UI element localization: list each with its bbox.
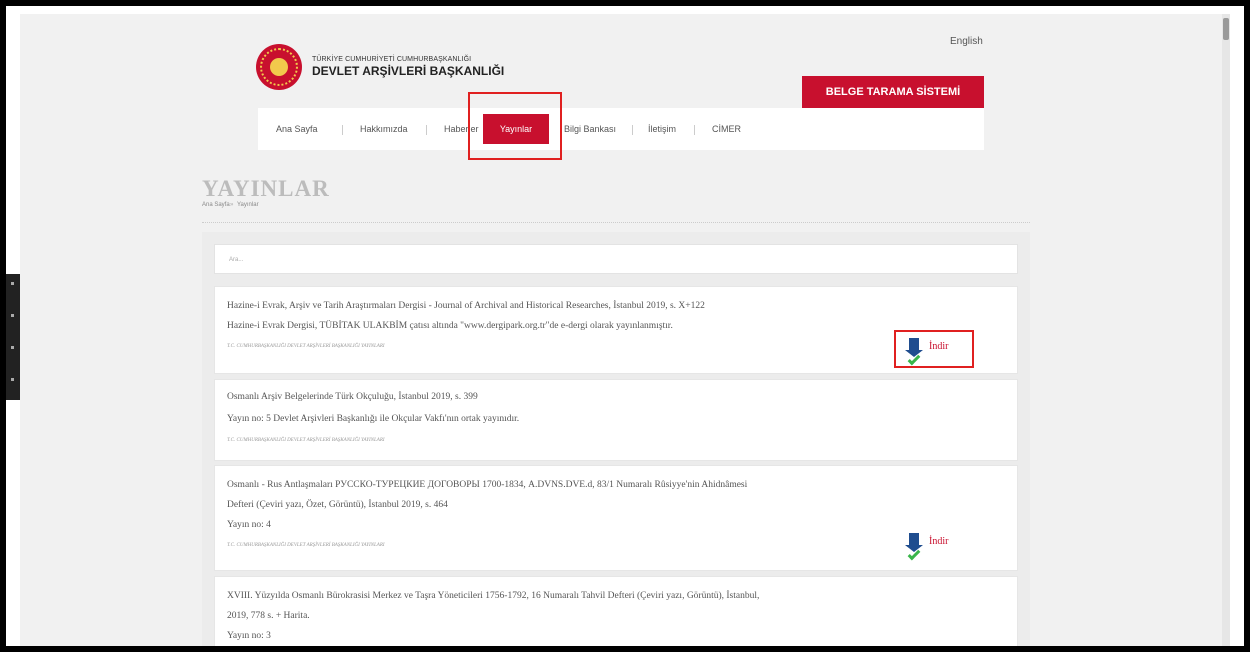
main-navigation: Ana Sayfa Hakkımızda Haberler Yayınlar B… (258, 108, 984, 150)
publication-title: XVIII. Yüzyılda Osmanlı Bürokrasisi Merk… (227, 591, 760, 601)
breadcrumb-current: Yayınlar (237, 202, 259, 208)
publication-title: Osmanlı - Rus Antlaşmaları РУССКО-ТУРЕЦК… (227, 480, 748, 490)
nav-separator (426, 125, 427, 135)
logo-subtitle: TÜRKİYE CUMHURİYETİ CUMHURBAŞKANLIĞI (312, 56, 472, 63)
language-link-english[interactable]: English (950, 36, 983, 47)
side-toolbar-dot (11, 378, 14, 381)
publication-title-continued: 2019, 778 s. + Harita. (227, 611, 310, 621)
title-divider (202, 222, 1030, 223)
publication-card: Osmanlı Arşiv Belgelerinde Türk Okçuluğu… (214, 379, 1018, 461)
nav-item-cimer[interactable]: CİMER (712, 108, 741, 150)
nav-item-bilgi-bankasi[interactable]: Bilgi Bankası (564, 108, 616, 150)
download-label: İndir (929, 536, 949, 547)
publication-card: XVIII. Yüzyılda Osmanlı Bürokrasisi Merk… (214, 576, 1018, 646)
nav-item-ana-sayfa[interactable]: Ana Sayfa (276, 108, 318, 150)
download-icon (905, 530, 923, 561)
nav-separator (342, 125, 343, 135)
publication-note: Hazine-i Evrak Dergisi, TÜBİTAK ULAKBİM … (227, 321, 673, 331)
breadcrumb-separator: » (230, 202, 234, 208)
publication-note: Yayın no: 3 (227, 631, 271, 641)
scrollbar-thumb[interactable] (1223, 18, 1229, 40)
side-toolbar-dot (11, 282, 14, 285)
highlight-box-indir (894, 330, 974, 368)
browser-page: English TÜRKİYE CUMHURİYETİ CUMHURBAŞKAN… (20, 14, 1230, 646)
page-title: YAYINLAR (202, 176, 330, 201)
emblem-sun (270, 58, 288, 76)
presidential-emblem-logo[interactable] (256, 44, 302, 90)
download-button[interactable]: İndir (905, 530, 965, 561)
publication-note: Yayın no: 5 Devlet Arşivleri Başkanlığı … (227, 414, 520, 424)
publication-title: Osmanlı Arşiv Belgelerinde Türk Okçuluğu… (227, 392, 478, 402)
vertical-scrollbar[interactable] (1222, 14, 1230, 646)
publication-publisher: T.C. CUMHURBAŞKANLIĞI DEVLET ARŞİVLERİ B… (227, 438, 385, 443)
nav-separator (632, 125, 633, 135)
nav-item-hakkimizda[interactable]: Hakkımızda (360, 108, 408, 150)
nav-item-iletisim[interactable]: İletişim (648, 108, 676, 150)
search-input[interactable]: Ara... (214, 244, 1018, 274)
side-toolbar[interactable] (6, 274, 20, 400)
publication-publisher: T.C. CUMHURBAŞKANLIĞI DEVLET ARŞİVLERİ B… (227, 344, 385, 349)
side-toolbar-dot (11, 314, 14, 317)
publication-note: Yayın no: 4 (227, 520, 271, 530)
belge-tarama-button[interactable]: BELGE TARAMA SİSTEMİ (802, 76, 984, 108)
publication-title: Hazine-i Evrak, Arşiv ve Tarih Araştırma… (227, 301, 705, 311)
side-toolbar-dot (11, 346, 14, 349)
breadcrumb-home[interactable]: Ana Sayfa (202, 202, 230, 208)
logo-title[interactable]: DEVLET ARŞİVLERİ BAŞKANLIĞI (312, 64, 504, 78)
nav-separator (694, 125, 695, 135)
publication-title-continued: Defteri (Çeviri yazı, Özet, Görüntü), İs… (227, 500, 448, 510)
publication-card: Osmanlı - Rus Antlaşmaları РУССКО-ТУРЕЦК… (214, 465, 1018, 571)
publication-publisher: T.C. CUMHURBAŞKANLIĞI DEVLET ARŞİVLERİ B… (227, 543, 385, 548)
highlight-box-yayinlar (468, 92, 562, 160)
screenshot-frame: English TÜRKİYE CUMHURİYETİ CUMHURBAŞKAN… (6, 6, 1244, 646)
